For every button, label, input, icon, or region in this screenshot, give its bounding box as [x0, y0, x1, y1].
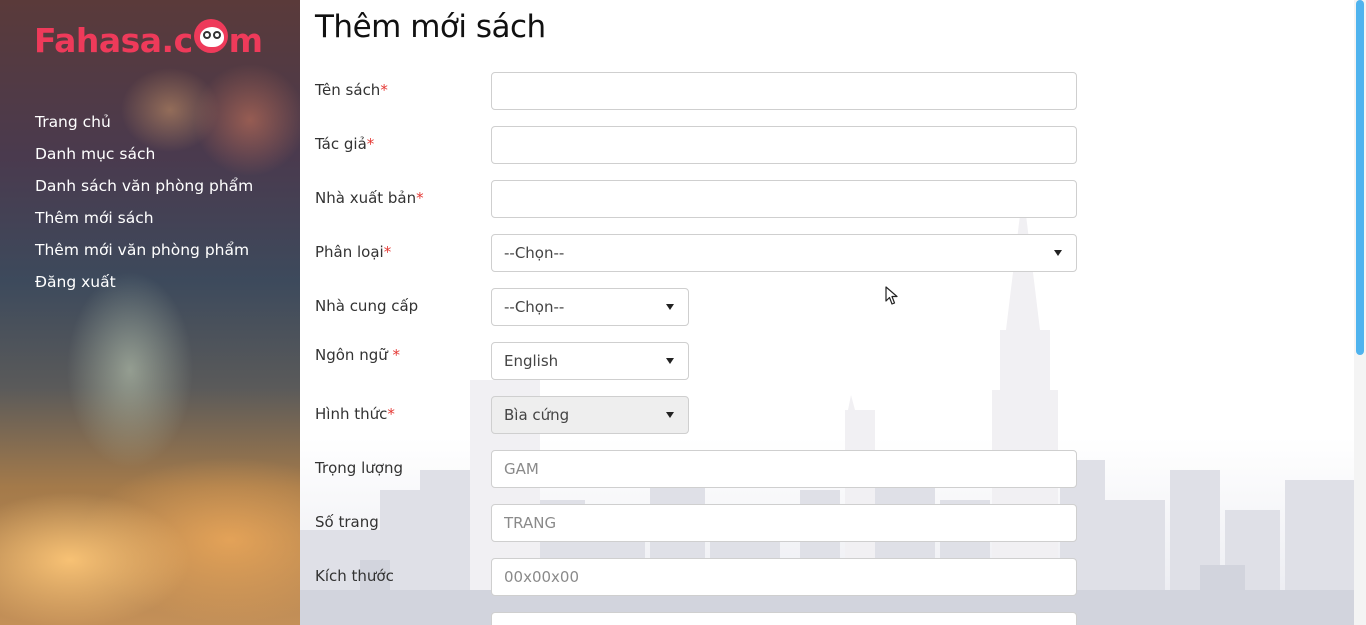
fahasa-logo[interactable]: Fahasa.c m [34, 16, 263, 64]
trong-luong-input[interactable] [491, 450, 1077, 488]
nav-item-add-book: Thêm mới sách [35, 207, 253, 239]
nha-xuat-ban-input[interactable] [491, 180, 1077, 218]
sidebar: Fahasa.c m Trang chủ Danh mục sách Danh … [0, 0, 300, 625]
ten-sach-label: Tên sách* [315, 81, 388, 99]
form-row-nha-cung-cap: Nhà cung cấp --Chọn-- [315, 288, 1077, 326]
hinh-thuc-select[interactable]: Bìa cứng [491, 396, 689, 434]
scrollbar-thumb[interactable] [1356, 0, 1364, 355]
form-row-kich-thuoc: Kích thước [315, 558, 1077, 596]
phan-loai-selected: --Chọn-- [504, 244, 565, 262]
form-row-so-trang: Số trang [315, 504, 1077, 542]
ten-sach-input[interactable] [491, 72, 1077, 110]
hinh-thuc-selected: Bìa cứng [504, 406, 570, 424]
form-row-ngon-ngu: Ngôn ngữ * English [315, 342, 1077, 380]
nav-item-book-catalog: Danh mục sách [35, 143, 253, 175]
sidebar-nav: Trang chủ Danh mục sách Danh sách văn ph… [35, 111, 253, 303]
nav-link-add-book[interactable]: Thêm mới sách [35, 209, 154, 227]
nav-link-home[interactable]: Trang chủ [35, 113, 111, 131]
kich-thuoc-label: Kích thước [315, 567, 394, 585]
page-scrollbar[interactable] [1354, 0, 1366, 625]
form-row-nha-xuat-ban: Nhà xuất bản* [315, 180, 1077, 218]
trong-luong-label: Trọng lượng [315, 459, 403, 477]
ngon-ngu-label: Ngôn ngữ * [315, 346, 401, 364]
form-row-tac-gia: Tác giả* [315, 126, 1077, 164]
ngon-ngu-select[interactable]: English [491, 342, 689, 380]
form-row-phan-loai: Phân loại* --Chọn-- [315, 234, 1077, 272]
logo-text-end: m [228, 20, 264, 60]
mouse-cursor-icon [885, 286, 898, 305]
phan-loai-select[interactable]: --Chọn-- [491, 234, 1077, 272]
so-trang-input[interactable] [491, 504, 1077, 542]
tac-gia-input[interactable] [491, 126, 1077, 164]
nav-item-stationery-list: Danh sách văn phòng phẩm [35, 175, 253, 207]
nav-item-logout: Đăng xuất [35, 271, 253, 303]
main-content: Thêm mới sách Tên sách* Tác giả* Nhà xuấ… [300, 0, 1354, 625]
next-field-input[interactable] [491, 612, 1077, 625]
ngon-ngu-selected: English [504, 352, 559, 370]
nha-cung-cap-select[interactable]: --Chọn-- [491, 288, 689, 326]
nav-link-book-catalog[interactable]: Danh mục sách [35, 145, 155, 163]
form-row-ten-sach: Tên sách* [315, 72, 1077, 110]
page-title: Thêm mới sách [315, 9, 546, 45]
so-trang-label: Số trang [315, 513, 379, 531]
nav-item-home: Trang chủ [35, 111, 253, 143]
nav-item-add-stationery: Thêm mới văn phòng phẩm [35, 239, 253, 271]
nav-link-add-stationery[interactable]: Thêm mới văn phòng phẩm [35, 241, 249, 259]
phan-loai-label: Phân loại* [315, 243, 392, 261]
form-row-hinh-thuc: Hình thức* Bìa cứng [315, 396, 1077, 434]
logo-text-start: Fahasa.c [34, 20, 193, 60]
caret-down-icon [1054, 250, 1062, 256]
nha-xuat-ban-label: Nhà xuất bản* [315, 189, 424, 207]
nav-link-logout[interactable]: Đăng xuất [35, 273, 116, 291]
nha-cung-cap-selected: --Chọn-- [504, 298, 565, 316]
caret-down-icon [666, 304, 674, 310]
hinh-thuc-label: Hình thức* [315, 405, 395, 423]
caret-down-icon [666, 412, 674, 418]
owl-mascot-icon [193, 19, 228, 53]
kich-thuoc-input[interactable] [491, 558, 1077, 596]
caret-down-icon [666, 358, 674, 364]
form-row-trong-luong: Trọng lượng [315, 450, 1077, 488]
form-row-next [315, 612, 1077, 625]
tac-gia-label: Tác giả* [315, 135, 375, 153]
nha-cung-cap-label: Nhà cung cấp [315, 297, 419, 315]
nav-link-stationery-list[interactable]: Danh sách văn phòng phẩm [35, 177, 253, 195]
